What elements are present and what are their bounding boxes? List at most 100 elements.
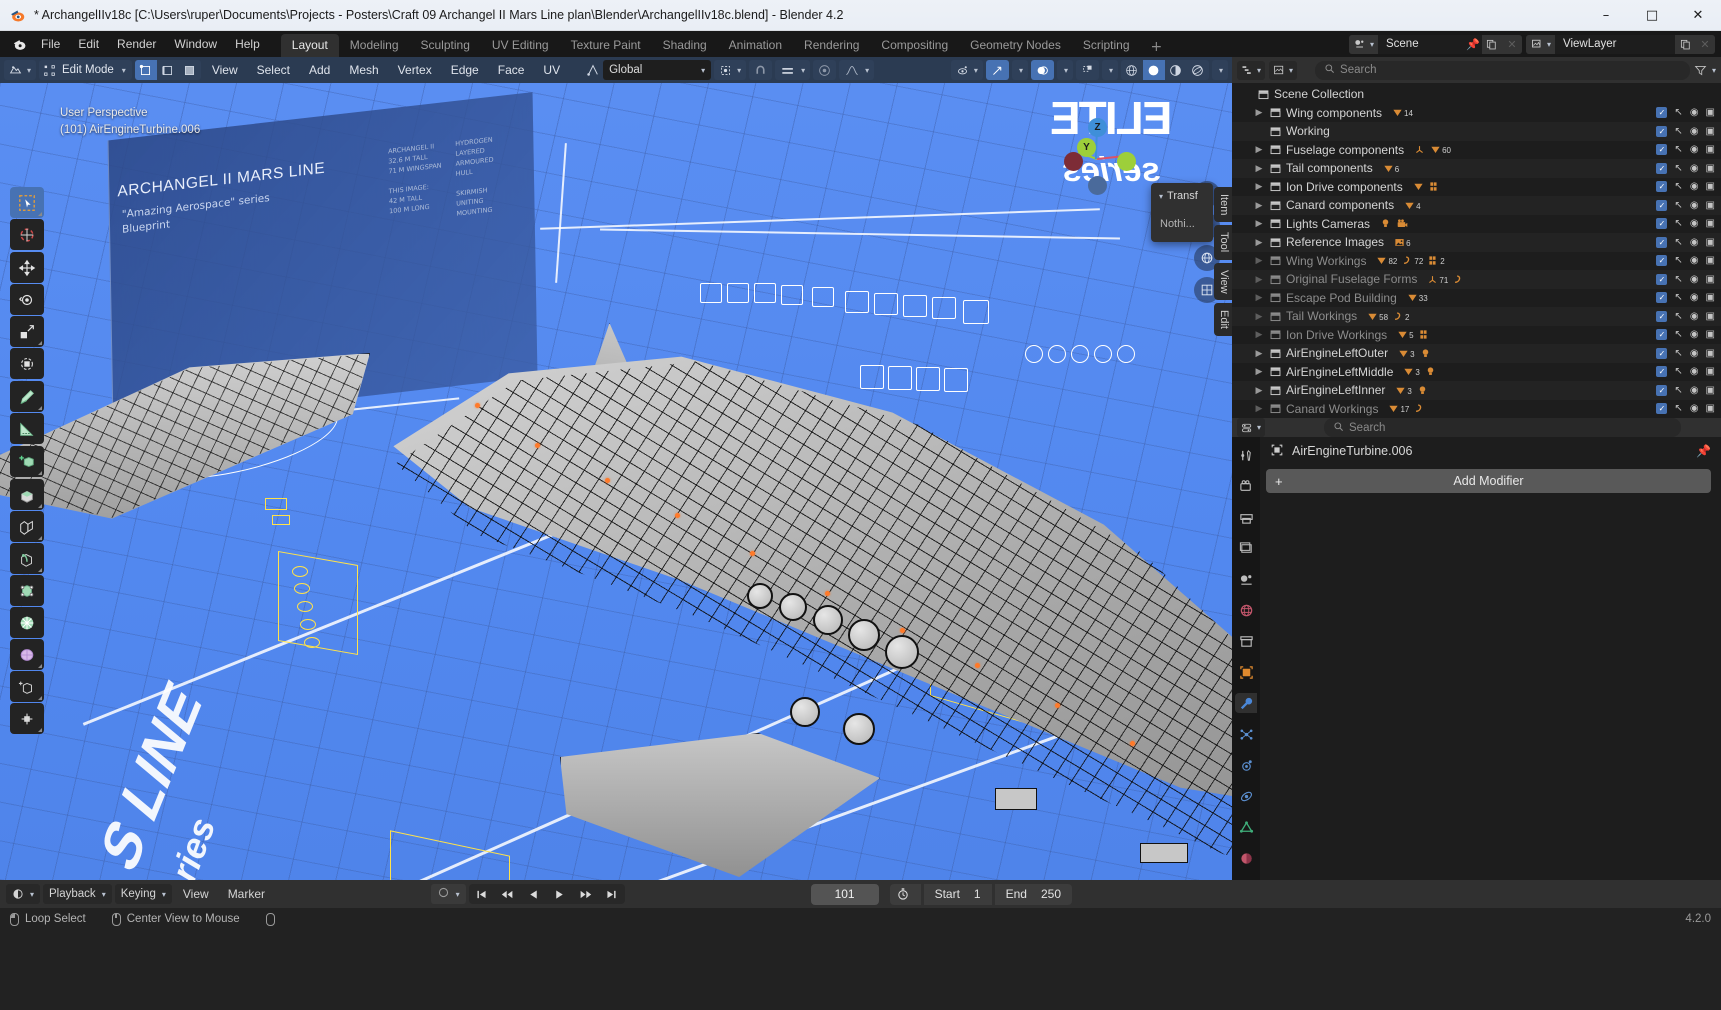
output-tab-icon[interactable]: [1235, 507, 1257, 527]
selectable-cursor-icon[interactable]: ↖: [1674, 366, 1682, 377]
workspace-tab-texture-paint[interactable]: Texture Paint: [560, 34, 652, 57]
viewport-menu-mesh[interactable]: Mesh: [341, 60, 386, 80]
gizmo-axis-x-neg[interactable]: [1064, 152, 1083, 171]
selectable-cursor-icon[interactable]: ↖: [1674, 200, 1682, 211]
disable-in-render-camera-icon[interactable]: ▣: [1706, 385, 1715, 396]
transform-tool[interactable]: [10, 348, 44, 379]
move-tool[interactable]: [10, 252, 44, 283]
selectable-cursor-icon[interactable]: ↖: [1674, 274, 1682, 285]
expand-arrow-icon[interactable]: ▶: [1252, 292, 1266, 303]
collection-enable-checkbox[interactable]: ✓: [1656, 273, 1668, 285]
knife-tool[interactable]: [10, 607, 44, 638]
collection-enable-checkbox[interactable]: ✓: [1656, 162, 1668, 174]
disable-in-render-camera-icon[interactable]: ▣: [1706, 255, 1715, 266]
menu-file[interactable]: File: [32, 34, 69, 54]
expand-arrow-icon[interactable]: ▶: [1252, 144, 1266, 155]
workspace-tab-modeling[interactable]: Modeling: [339, 34, 410, 57]
hide-in-viewport-eye-icon[interactable]: ◉: [1690, 403, 1699, 414]
maximize-button[interactable]: □: [1629, 0, 1675, 31]
outliner-filter-icon[interactable]: ▾: [1694, 64, 1716, 77]
expand-arrow-icon[interactable]: ▶: [1252, 348, 1266, 359]
expand-arrow-icon[interactable]: ▶: [1252, 274, 1266, 285]
add-cube-tool[interactable]: [10, 446, 44, 477]
tweak-tool[interactable]: [10, 187, 44, 218]
xray-dropdown[interactable]: ▾: [1101, 60, 1118, 80]
hide-in-viewport-eye-icon[interactable]: ◉: [1690, 366, 1699, 377]
material-tab-icon[interactable]: [1235, 848, 1257, 868]
hide-in-viewport-eye-icon[interactable]: ◉: [1690, 163, 1699, 174]
spin-tool[interactable]: [10, 671, 44, 702]
workspace-tab-scripting[interactable]: Scripting: [1072, 34, 1141, 57]
hide-in-viewport-eye-icon[interactable]: ◉: [1690, 107, 1699, 118]
hide-in-viewport-eye-icon[interactable]: ◉: [1690, 311, 1699, 322]
disable-in-render-camera-icon[interactable]: ▣: [1706, 126, 1715, 137]
viewport-menu-uv[interactable]: UV: [535, 60, 568, 80]
outliner-editor-type-icon[interactable]: ▾: [1237, 60, 1266, 80]
collection-enable-checkbox[interactable]: ✓: [1656, 125, 1668, 137]
disable-in-render-camera-icon[interactable]: ▣: [1706, 107, 1715, 118]
start-frame-field[interactable]: Start 1: [923, 883, 992, 905]
expand-arrow-icon[interactable]: ▶: [1252, 200, 1266, 211]
outliner-row[interactable]: ▶ Lights Cameras ✓ ↖ ◉ ▣: [1232, 215, 1721, 234]
menu-window[interactable]: Window: [165, 34, 226, 54]
fuselage-mesh[interactable]: [355, 323, 1232, 880]
hide-in-viewport-eye-icon[interactable]: ◉: [1690, 329, 1699, 340]
disable-in-render-camera-icon[interactable]: ▣: [1706, 218, 1715, 229]
physics-tab-icon[interactable]: [1235, 755, 1257, 775]
play-reverse-icon[interactable]: [521, 884, 547, 904]
blender-menu-icon[interactable]: [6, 37, 32, 52]
hide-in-viewport-eye-icon[interactable]: ◉: [1690, 144, 1699, 155]
viewlayer-icon[interactable]: ▾: [1525, 34, 1555, 54]
collection-enable-checkbox[interactable]: ✓: [1656, 329, 1668, 341]
collection-enable-checkbox[interactable]: ✓: [1656, 144, 1668, 156]
menu-render[interactable]: Render: [108, 34, 165, 54]
viewlayer-name[interactable]: ViewLayer: [1555, 34, 1675, 54]
scene-tab-icon[interactable]: [1235, 569, 1257, 589]
workspace-tab-animation[interactable]: Animation: [718, 34, 793, 57]
hide-in-viewport-eye-icon[interactable]: ◉: [1690, 237, 1699, 248]
poly-build-tool[interactable]: [10, 639, 44, 670]
constraints-tab-icon[interactable]: [1235, 786, 1257, 806]
face-select-icon[interactable]: [179, 60, 201, 80]
cursor-tool[interactable]: [10, 219, 44, 250]
mode-dropdown[interactable]: Edit Mode ▾: [39, 60, 132, 80]
extrude-region-tool[interactable]: [10, 479, 44, 510]
shading-dropdown[interactable]: ▾: [1211, 60, 1228, 80]
menu-help[interactable]: Help: [226, 34, 269, 54]
selectable-cursor-icon[interactable]: ↖: [1674, 144, 1682, 155]
world-tab-icon[interactable]: [1235, 600, 1257, 620]
disable-in-render-camera-icon[interactable]: ▣: [1706, 200, 1715, 211]
selectable-cursor-icon[interactable]: ↖: [1674, 181, 1682, 192]
collection-enable-checkbox[interactable]: ✓: [1656, 181, 1668, 193]
collection-enable-checkbox[interactable]: ✓: [1656, 218, 1668, 230]
modifier-tab-icon[interactable]: [1235, 693, 1257, 713]
outliner-editor[interactable]: ▾ ▾ Search ▾ Scene Collection ▶ Wing com…: [1232, 57, 1721, 418]
expand-arrow-icon[interactable]: ▶: [1252, 311, 1266, 322]
disable-in-render-camera-icon[interactable]: ▣: [1706, 366, 1715, 377]
solid-icon[interactable]: [1142, 60, 1165, 80]
scene-selector[interactable]: ▾ Scene 📌 ✕: [1348, 34, 1522, 54]
expand-arrow-icon[interactable]: ▶: [1252, 181, 1266, 192]
viewlayer-selector[interactable]: ▾ ViewLayer ✕: [1525, 34, 1715, 54]
selectable-cursor-icon[interactable]: ↖: [1674, 311, 1682, 322]
side-tab-item[interactable]: Item: [1214, 187, 1232, 223]
expand-arrow-icon[interactable]: ▶: [1252, 107, 1266, 118]
disable-in-render-camera-icon[interactable]: ▣: [1706, 403, 1715, 414]
snap-mode-dropdown[interactable]: ▾: [775, 60, 811, 80]
hide-in-viewport-eye-icon[interactable]: ◉: [1690, 385, 1699, 396]
new-scene-button[interactable]: [1481, 34, 1502, 54]
disable-in-render-camera-icon[interactable]: ▣: [1706, 144, 1715, 155]
collection-enable-checkbox[interactable]: ✓: [1656, 310, 1668, 322]
object-tab-icon[interactable]: [1235, 662, 1257, 682]
expand-arrow-icon[interactable]: ▶: [1252, 403, 1266, 414]
timeline-menu-playback[interactable]: Playback ▾: [43, 884, 112, 904]
side-tab-edit[interactable]: Edit: [1214, 303, 1232, 337]
selectable-cursor-icon[interactable]: ↖: [1674, 348, 1682, 359]
outliner-row[interactable]: ▶ Ion Drive Workings 5 ✓ ↖ ◉ ▣: [1232, 326, 1721, 345]
workspace-tab-geometry-nodes[interactable]: Geometry Nodes: [959, 34, 1072, 57]
overlays-toggle-icon[interactable]: [1030, 60, 1054, 80]
properties-editor[interactable]: ▾ Search AirEngineTurbine.006 📌 + Add Mo…: [1232, 418, 1721, 899]
expand-arrow-icon[interactable]: ▶: [1252, 163, 1266, 174]
remove-viewlayer-button[interactable]: ✕: [1695, 34, 1715, 54]
timeline-menu-keying[interactable]: Keying ▾: [114, 884, 172, 904]
